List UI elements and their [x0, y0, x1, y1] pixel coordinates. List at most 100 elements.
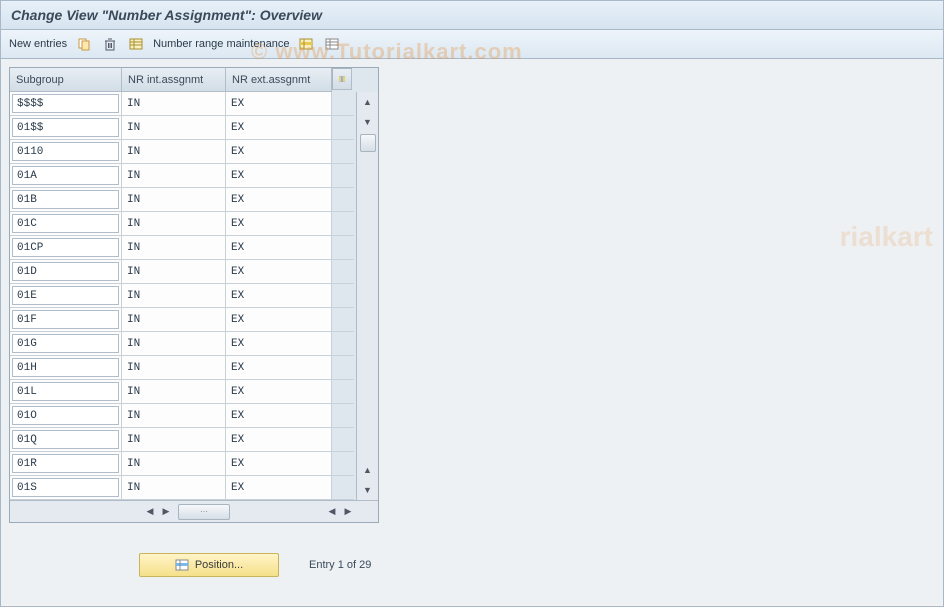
cell-nr-ext[interactable]: EX [226, 236, 332, 260]
subgroup-input[interactable] [12, 334, 119, 353]
cell-subgroup[interactable] [10, 212, 122, 236]
subgroup-input[interactable] [12, 94, 119, 113]
cell-subgroup[interactable] [10, 260, 122, 284]
cell-nr-int[interactable]: IN [122, 476, 226, 500]
cell-subgroup[interactable] [10, 116, 122, 140]
table-row[interactable]: INEX [10, 92, 356, 116]
cell-nr-int[interactable]: IN [122, 284, 226, 308]
table-row[interactable]: INEX [10, 452, 356, 476]
cell-subgroup[interactable] [10, 236, 122, 260]
cell-subgroup[interactable] [10, 404, 122, 428]
table-row[interactable]: INEX [10, 260, 356, 284]
scroll-thumb[interactable] [360, 134, 376, 152]
subgroup-input[interactable] [12, 118, 119, 137]
cell-nr-ext[interactable]: EX [226, 476, 332, 500]
cell-nr-ext[interactable]: EX [226, 188, 332, 212]
cell-nr-ext[interactable]: EX [226, 284, 332, 308]
table-row[interactable]: INEX [10, 476, 356, 500]
hscroll-thumb[interactable]: ⋯ [178, 504, 230, 520]
cell-nr-ext[interactable]: EX [226, 212, 332, 236]
table-row[interactable]: INEX [10, 428, 356, 452]
cell-subgroup[interactable] [10, 284, 122, 308]
cell-nr-ext[interactable]: EX [226, 452, 332, 476]
cell-subgroup[interactable] [10, 476, 122, 500]
cell-nr-ext[interactable]: EX [226, 428, 332, 452]
cell-subgroup[interactable] [10, 452, 122, 476]
column-header-subgroup[interactable]: Subgroup [10, 68, 122, 92]
table-row[interactable]: INEX [10, 140, 356, 164]
scroll-track[interactable] [357, 132, 378, 460]
deselect-all-icon[interactable] [323, 35, 341, 53]
table-row[interactable]: INEX [10, 116, 356, 140]
cell-nr-ext[interactable]: EX [226, 332, 332, 356]
table-row[interactable]: INEX [10, 284, 356, 308]
cell-nr-int[interactable]: IN [122, 164, 226, 188]
subgroup-input[interactable] [12, 478, 119, 497]
cell-nr-ext[interactable]: EX [226, 404, 332, 428]
subgroup-input[interactable] [12, 238, 119, 257]
cell-nr-ext[interactable]: EX [226, 308, 332, 332]
subgroup-input[interactable] [12, 382, 119, 401]
table-row[interactable]: INEX [10, 188, 356, 212]
cell-nr-int[interactable]: IN [122, 260, 226, 284]
cell-nr-ext[interactable]: EX [226, 116, 332, 140]
select-block-icon[interactable] [297, 35, 315, 53]
table-row[interactable]: INEX [10, 236, 356, 260]
delete-icon[interactable] [101, 35, 119, 53]
subgroup-input[interactable] [12, 454, 119, 473]
cell-subgroup[interactable] [10, 380, 122, 404]
subgroup-input[interactable] [12, 262, 119, 281]
table-row[interactable]: INEX [10, 332, 356, 356]
subgroup-input[interactable] [12, 166, 119, 185]
cell-nr-ext[interactable]: EX [226, 164, 332, 188]
vertical-scrollbar[interactable]: ▲ ▼ ▲ ▼ [356, 92, 378, 500]
cell-nr-ext[interactable]: EX [226, 356, 332, 380]
table-row[interactable]: INEX [10, 380, 356, 404]
cell-nr-int[interactable]: IN [122, 404, 226, 428]
cell-nr-int[interactable]: IN [122, 236, 226, 260]
number-range-maintenance-button[interactable]: Number range maintenance [153, 38, 289, 50]
subgroup-input[interactable] [12, 358, 119, 377]
scroll-left-end-icon[interactable]: ◀ [324, 504, 340, 520]
column-header-nr-int[interactable]: NR int.assgnmt [122, 68, 226, 92]
cell-subgroup[interactable] [10, 428, 122, 452]
scroll-right-end-icon[interactable]: ▶ [340, 504, 356, 520]
cell-nr-ext[interactable]: EX [226, 140, 332, 164]
scroll-down-bottom-icon[interactable]: ▼ [359, 481, 377, 499]
cell-subgroup[interactable] [10, 188, 122, 212]
position-button[interactable]: Position... [139, 553, 279, 577]
cell-subgroup[interactable] [10, 92, 122, 116]
copy-icon[interactable] [75, 35, 93, 53]
cell-subgroup[interactable] [10, 308, 122, 332]
subgroup-input[interactable] [12, 310, 119, 329]
subgroup-input[interactable] [12, 142, 119, 161]
column-header-nr-ext[interactable]: NR ext.assgnmt [226, 68, 332, 92]
scroll-up-icon[interactable]: ▲ [359, 93, 377, 111]
table-row[interactable]: INEX [10, 164, 356, 188]
subgroup-input[interactable] [12, 286, 119, 305]
cell-subgroup[interactable] [10, 164, 122, 188]
cell-subgroup[interactable] [10, 356, 122, 380]
scroll-left-icon[interactable]: ◀ [142, 504, 158, 520]
cell-nr-int[interactable]: IN [122, 188, 226, 212]
table-config-icon[interactable] [332, 68, 352, 90]
table-row[interactable]: INEX [10, 356, 356, 380]
cell-subgroup[interactable] [10, 332, 122, 356]
subgroup-input[interactable] [12, 214, 119, 233]
scroll-down-icon[interactable]: ▼ [359, 113, 377, 131]
cell-nr-int[interactable]: IN [122, 452, 226, 476]
scroll-up-bottom-icon[interactable]: ▲ [359, 461, 377, 479]
cell-nr-int[interactable]: IN [122, 308, 226, 332]
cell-nr-int[interactable]: IN [122, 116, 226, 140]
horizontal-scrollbar[interactable]: ◀ ▶ ⋯ ◀ ▶ [10, 500, 378, 522]
cell-nr-int[interactable]: IN [122, 380, 226, 404]
cell-nr-int[interactable]: IN [122, 356, 226, 380]
cell-nr-int[interactable]: IN [122, 428, 226, 452]
table-row[interactable]: INEX [10, 404, 356, 428]
select-all-icon[interactable] [127, 35, 145, 53]
cell-nr-int[interactable]: IN [122, 212, 226, 236]
subgroup-input[interactable] [12, 406, 119, 425]
cell-nr-int[interactable]: IN [122, 332, 226, 356]
subgroup-input[interactable] [12, 430, 119, 449]
cell-nr-ext[interactable]: EX [226, 260, 332, 284]
